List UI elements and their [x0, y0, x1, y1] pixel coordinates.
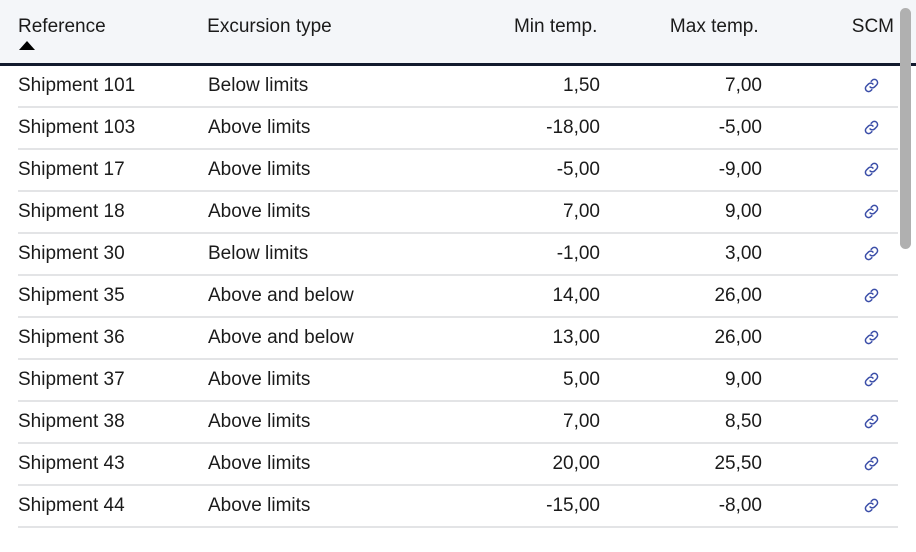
cell-scm[interactable] [762, 327, 898, 349]
chain-link-icon[interactable] [862, 286, 881, 305]
column-header-reference[interactable]: Reference [18, 16, 207, 50]
table-row[interactable]: Shipment 43 Above limits 20,00 25,50 [18, 444, 898, 486]
cell-min-temp: -1,00 [556, 243, 600, 264]
cell-excursion-type: Above limits [208, 411, 311, 432]
chain-link-icon[interactable] [862, 454, 881, 473]
cell-max-temp: -8,00 [718, 495, 762, 516]
column-header-max-temp-label: Max temp. [669, 16, 759, 37]
cell-scm[interactable] [762, 411, 898, 433]
cell-max-temp: 9,00 [725, 369, 762, 390]
table-row[interactable]: Shipment 101 Below limits 1,50 7,00 [18, 66, 898, 108]
table-row[interactable]: Shipment 35 Above and below 14,00 26,00 [18, 276, 898, 318]
cell-reference: Shipment 44 [18, 495, 125, 516]
cell-max-temp: 9,00 [725, 201, 762, 222]
table-row[interactable]: Shipment 30 Below limits -1,00 3,00 [18, 234, 898, 276]
cell-reference: Shipment 17 [18, 159, 125, 180]
cell-min-temp: 14,00 [552, 285, 600, 306]
cell-reference: Shipment 101 [18, 75, 136, 96]
cell-reference: Shipment 36 [18, 327, 125, 348]
cell-max-temp: 3,00 [725, 243, 762, 264]
cell-min-temp: -5,00 [556, 159, 600, 180]
cell-scm[interactable] [762, 117, 898, 139]
table-row[interactable]: Shipment 36 Above and below 13,00 26,00 [18, 318, 898, 360]
chain-link-icon[interactable] [862, 328, 881, 347]
chain-link-icon[interactable] [862, 244, 881, 263]
chain-link-icon[interactable] [862, 160, 881, 179]
cell-max-temp: 7,00 [725, 75, 762, 96]
cell-scm[interactable] [762, 159, 898, 181]
column-header-reference-label: Reference [18, 16, 106, 37]
table-row[interactable]: Shipment 38 Above limits 7,00 8,50 [18, 402, 898, 444]
cell-excursion-type: Above limits [208, 159, 311, 180]
cell-scm[interactable] [762, 453, 898, 475]
cell-excursion-type: Above limits [208, 117, 311, 138]
cell-scm[interactable] [762, 75, 898, 97]
table-row[interactable]: Shipment 18 Above limits 7,00 9,00 [18, 192, 898, 234]
cell-min-temp: 13,00 [552, 327, 600, 348]
cell-excursion-type: Above and below [208, 327, 354, 348]
cell-excursion-type: Above and below [208, 285, 354, 306]
cell-max-temp: -5,00 [718, 117, 762, 138]
column-header-max-temp[interactable]: Max temp. [597, 16, 759, 38]
cell-min-temp: 7,00 [563, 201, 600, 222]
cell-min-temp: 5,00 [563, 369, 600, 390]
cell-min-temp: 7,00 [563, 411, 600, 432]
table-row[interactable]: Shipment 44 Above limits -15,00 -8,00 [18, 486, 898, 528]
cell-max-temp: 25,50 [714, 453, 762, 474]
cell-reference: Shipment 103 [18, 117, 136, 138]
column-header-excursion-type[interactable]: Excursion type [207, 16, 451, 38]
excursion-table-viewport: Reference Excursion type Min temp. Max t… [0, 0, 916, 552]
cell-min-temp: -15,00 [546, 495, 600, 516]
chain-link-icon[interactable] [862, 412, 881, 431]
cell-max-temp: 26,00 [714, 285, 762, 306]
vertical-scrollbar-track[interactable] [894, 0, 916, 552]
cell-max-temp: 26,00 [714, 327, 762, 348]
cell-max-temp: -9,00 [718, 159, 762, 180]
cell-min-temp: -18,00 [546, 117, 600, 138]
cell-max-temp: 8,50 [725, 411, 762, 432]
cell-scm[interactable] [762, 285, 898, 307]
column-header-scm[interactable]: SCM [759, 16, 898, 38]
cell-min-temp: 20,00 [552, 453, 600, 474]
sort-ascending-icon [19, 41, 35, 50]
vertical-scrollbar-thumb[interactable] [900, 8, 911, 249]
chain-link-icon[interactable] [862, 496, 881, 515]
cell-excursion-type: Above limits [208, 453, 311, 474]
cell-excursion-type: Above limits [208, 495, 311, 516]
chain-link-icon[interactable] [862, 202, 881, 221]
table-body: Shipment 101 Below limits 1,50 7,00 Shipment… [0, 66, 916, 528]
column-header-min-temp[interactable]: Min temp. [451, 16, 597, 38]
chain-link-icon[interactable] [862, 76, 881, 95]
column-header-min-temp-label: Min temp. [513, 16, 598, 37]
table-row[interactable]: Shipment 37 Above limits 5,00 9,00 [18, 360, 898, 402]
chain-link-icon[interactable] [862, 370, 881, 389]
cell-reference: Shipment 43 [18, 453, 125, 474]
column-header-excursion-type-label: Excursion type [207, 16, 332, 37]
cell-excursion-type: Above limits [208, 201, 311, 222]
table-header-row: Reference Excursion type Min temp. Max t… [18, 0, 898, 63]
cell-scm[interactable] [762, 201, 898, 223]
cell-reference: Shipment 38 [18, 411, 125, 432]
table-header: Reference Excursion type Min temp. Max t… [0, 0, 916, 66]
cell-reference: Shipment 30 [18, 243, 125, 264]
cell-reference: Shipment 37 [18, 369, 125, 390]
cell-scm[interactable] [762, 243, 898, 265]
cell-scm[interactable] [762, 369, 898, 391]
chain-link-icon[interactable] [862, 118, 881, 137]
table-row[interactable]: Shipment 17 Above limits -5,00 -9,00 [18, 150, 898, 192]
cell-scm[interactable] [762, 495, 898, 517]
cell-excursion-type: Above limits [208, 369, 311, 390]
cell-excursion-type: Below limits [208, 243, 309, 264]
cell-excursion-type: Below limits [208, 75, 309, 96]
cell-reference: Shipment 35 [18, 285, 125, 306]
cell-min-temp: 1,50 [563, 75, 600, 96]
column-header-scm-label: SCM [851, 16, 894, 37]
table-row[interactable]: Shipment 103 Above limits -18,00 -5,00 [18, 108, 898, 150]
cell-reference: Shipment 18 [18, 201, 125, 222]
